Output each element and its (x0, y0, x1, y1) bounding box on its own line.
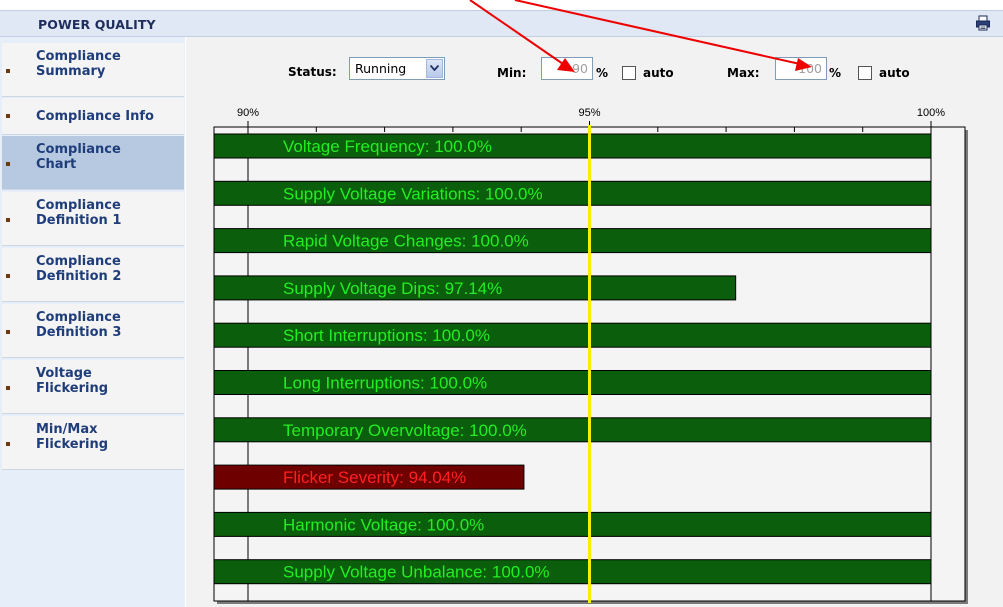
bar-label: Supply Voltage Variations: 100.0% (283, 184, 543, 203)
bar-label: Temporary Overvoltage: 100.0% (283, 421, 527, 440)
compliance-bar-chart: 90% 95% 100% Voltage Frequency: 100.0% Suppl… (213, 107, 968, 604)
bar-label: Harmonic Voltage: 100.0% (283, 515, 484, 534)
bar-label: Short Interruptions: 100.0% (283, 326, 490, 345)
bar-label: Rapid Voltage Changes: 100.0% (283, 232, 529, 251)
bar-label: Voltage Frequency: 100.0% (283, 137, 492, 156)
bar-label: Long Interruptions: 100.0% (283, 374, 487, 393)
bar-label: Flicker Severity: 94.04% (283, 468, 466, 487)
x-tick-label: 95% (578, 107, 600, 119)
x-tick-label: 90% (237, 107, 259, 119)
bar-label: Supply Voltage Dips: 97.14% (283, 279, 502, 298)
x-tick-label: 100% (917, 107, 945, 119)
bar-label: Supply Voltage Unbalance: 100.0% (283, 563, 550, 582)
